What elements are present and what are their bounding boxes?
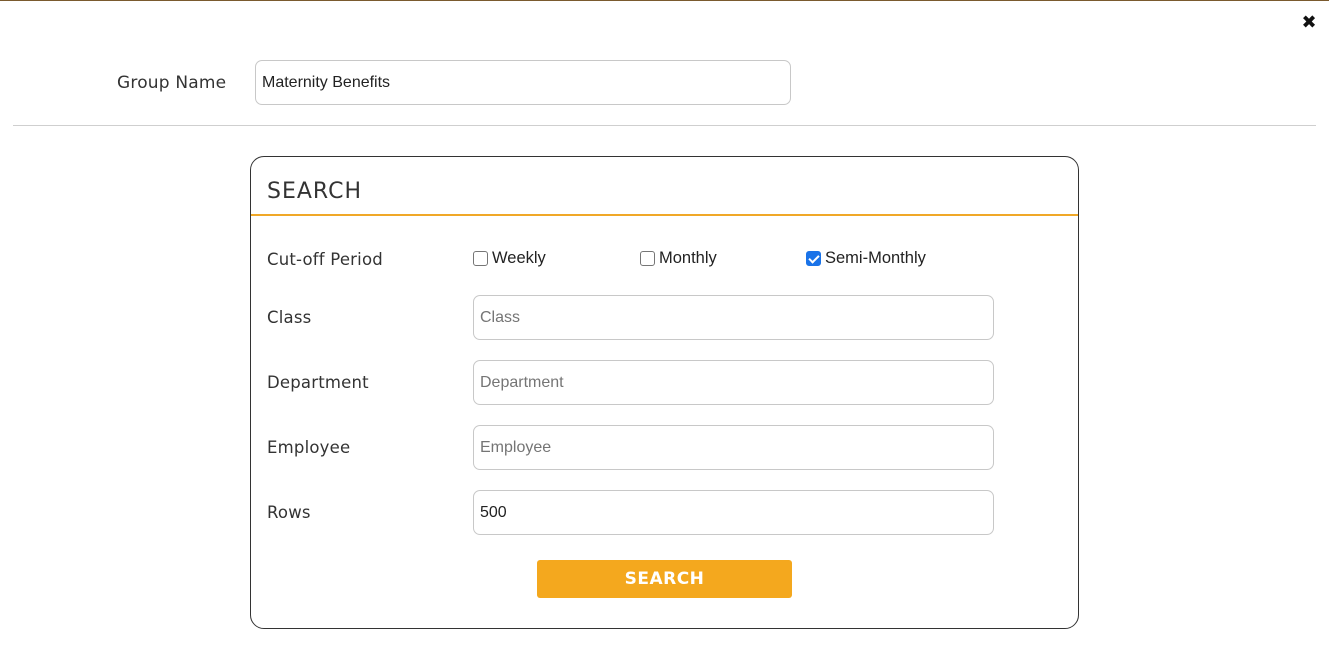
- rows-input[interactable]: [473, 490, 994, 535]
- semi-monthly-label: Semi-Monthly: [825, 248, 926, 267]
- rows-label: Rows: [267, 503, 311, 522]
- class-input[interactable]: [473, 295, 994, 340]
- group-name-label: Group Name: [117, 73, 227, 93]
- search-panel-title: SEARCH: [267, 179, 363, 204]
- class-label: Class: [267, 308, 312, 327]
- department-input[interactable]: [473, 360, 994, 405]
- section-divider: [13, 125, 1316, 126]
- monthly-checkbox[interactable]: [640, 250, 655, 266]
- cutoff-monthly-option[interactable]: Monthly: [640, 249, 717, 267]
- employee-label: Employee: [267, 438, 351, 457]
- cutoff-period-label: Cut-off Period: [267, 250, 383, 269]
- search-panel-underline: [251, 214, 1078, 216]
- employee-input[interactable]: [473, 425, 994, 470]
- weekly-checkbox[interactable]: [473, 250, 488, 266]
- search-button[interactable]: SEARCH: [537, 560, 792, 598]
- monthly-label: Monthly: [659, 248, 717, 267]
- close-icon[interactable]: ✖: [1300, 13, 1318, 31]
- cutoff-weekly-option[interactable]: Weekly: [473, 249, 546, 267]
- department-label: Department: [267, 373, 369, 392]
- cutoff-semi-monthly-option[interactable]: Semi-Monthly: [806, 249, 926, 267]
- weekly-label: Weekly: [492, 248, 546, 267]
- search-panel: SEARCH Cut-off Period Weekly Monthly Sem…: [250, 156, 1079, 629]
- group-name-input[interactable]: [255, 60, 791, 105]
- dialog-top-border: [0, 0, 1329, 1]
- semi-monthly-checkbox[interactable]: [806, 250, 821, 266]
